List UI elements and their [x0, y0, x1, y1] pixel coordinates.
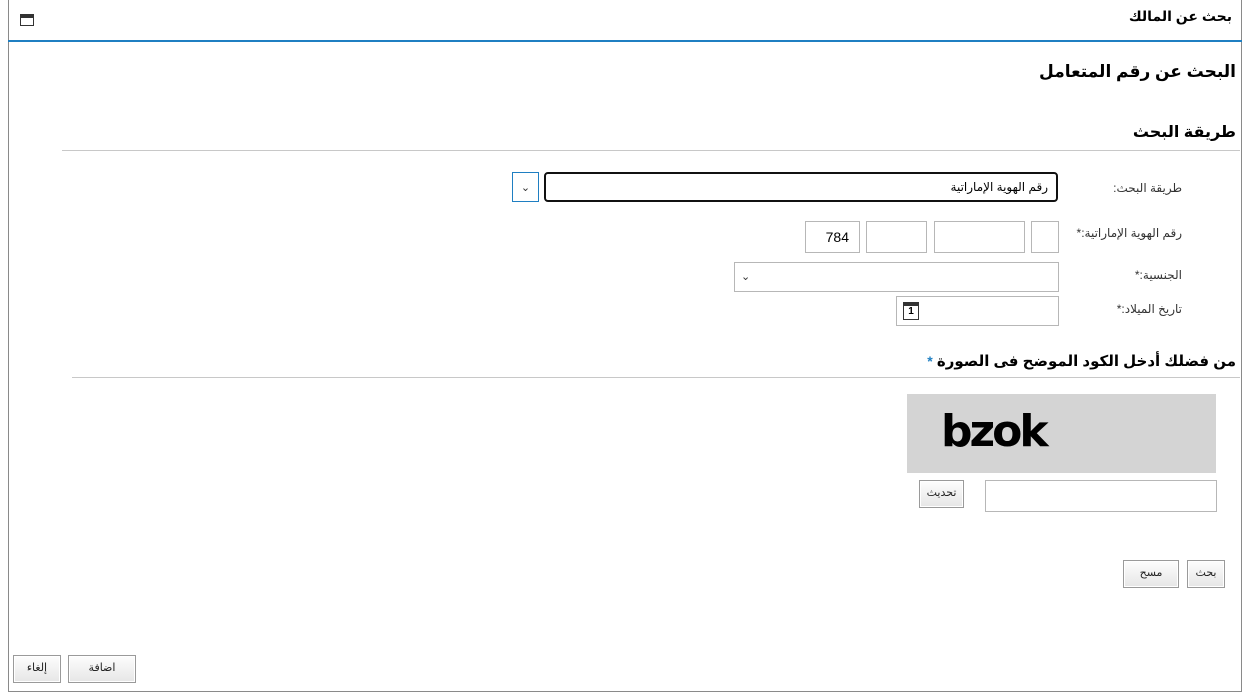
page-heading: البحث عن رقم المتعامل: [1039, 62, 1236, 81]
captcha-input[interactable]: [985, 480, 1217, 512]
nationality-select[interactable]: ⌄: [734, 262, 1059, 292]
emirates-id-segment-3[interactable]: [934, 221, 1025, 253]
add-button[interactable]: اضافة: [68, 655, 136, 683]
emirates-id-segment-4[interactable]: [1031, 221, 1059, 253]
cancel-button[interactable]: إلغاء: [13, 655, 61, 683]
captcha-image: bzok: [907, 394, 1216, 473]
section-divider: [62, 150, 1240, 151]
nationality-label: الجنسية:*: [1134, 268, 1182, 282]
clear-button[interactable]: مسح: [1123, 560, 1179, 588]
title-bar: بحث عن المالك: [8, 0, 1242, 42]
search-method-select[interactable]: رقم الهوية الإماراتية: [544, 172, 1058, 202]
window-icon[interactable]: [20, 14, 34, 26]
window-frame: [8, 0, 1242, 692]
emirates-id-segment-2[interactable]: [866, 221, 927, 253]
search-method-dropdown-button[interactable]: ⌄: [512, 172, 539, 202]
section-heading-search-method: طريقة البحث: [1132, 124, 1236, 141]
calendar-icon[interactable]: 1: [903, 302, 919, 320]
captcha-heading-text: من فضلك أدخل الكود الموضح فى الصورة: [936, 353, 1236, 370]
chevron-down-icon: ⌄: [520, 181, 531, 194]
required-star-icon: *: [927, 353, 933, 369]
calendar-day: 1: [908, 306, 914, 317]
captcha-heading: من فضلك أدخل الكود الموضح فى الصورة *: [927, 352, 1236, 370]
date-of-birth-field[interactable]: 1: [896, 296, 1059, 326]
chevron-down-icon: ⌄: [741, 271, 751, 283]
emirates-id-label: رقم الهوية الإماراتية:*: [1076, 226, 1182, 240]
captcha-text: bzok: [941, 406, 1049, 457]
search-button[interactable]: بحث: [1187, 560, 1225, 588]
captcha-divider: [72, 377, 1240, 378]
window-title: بحث عن المالك: [1128, 8, 1232, 24]
date-of-birth-label: تاريخ الميلاد:*: [1116, 302, 1182, 316]
emirates-id-segment-1[interactable]: 784: [805, 221, 860, 253]
refresh-captcha-button[interactable]: تحديث: [919, 480, 964, 508]
search-method-label: طريقة البحث:: [1113, 181, 1182, 195]
